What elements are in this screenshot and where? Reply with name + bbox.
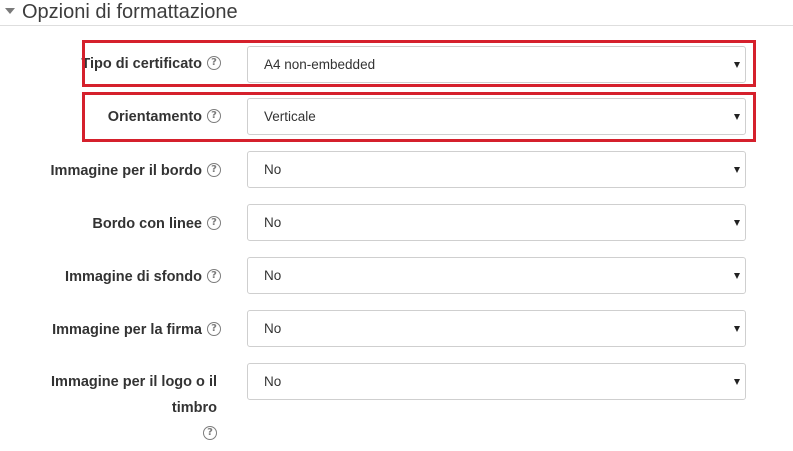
- help-icon[interactable]: ?: [207, 322, 221, 337]
- signature-image-label: Immagine per la firma: [52, 322, 202, 338]
- certificate-type-value: A4 non-embedded: [264, 57, 376, 72]
- signature-image-value: No: [264, 321, 282, 336]
- help-icon[interactable]: ?: [207, 56, 221, 71]
- field-label-logo-stamp-image: Immagine per il logo o il timbro ?: [27, 369, 217, 447]
- border-image-label: Immagine per il bordo: [50, 163, 202, 179]
- field-label-signature-image: Immagine per la firma?: [52, 317, 221, 343]
- dropdown-arrow-icon: [734, 114, 740, 120]
- border-image-value: No: [264, 162, 282, 177]
- logo-stamp-label-line2: timbro: [171, 400, 217, 416]
- background-image-value: No: [264, 268, 282, 283]
- help-icon[interactable]: ?: [203, 426, 217, 441]
- section-header[interactable]: Opzioni di formattazione: [0, 0, 793, 26]
- border-lines-select[interactable]: No: [247, 204, 746, 241]
- background-image-label: Immagine di sfondo: [65, 269, 202, 285]
- dropdown-arrow-icon: [734, 62, 740, 68]
- field-label-background-image: Immagine di sfondo?: [65, 264, 221, 290]
- border-image-select[interactable]: No: [247, 151, 746, 188]
- formatting-options-page: Opzioni di formattazione Tipo di certifi…: [0, 0, 793, 451]
- border-lines-label: Bordo con linee: [92, 216, 202, 232]
- field-label-certificate-type: Tipo di certificato?: [81, 51, 221, 77]
- dropdown-arrow-icon: [734, 167, 740, 173]
- help-line: ?: [27, 421, 217, 447]
- dropdown-arrow-icon: [734, 379, 740, 385]
- orientation-label: Orientamento: [107, 109, 202, 125]
- help-icon[interactable]: ?: [207, 216, 221, 231]
- field-label-orientation: Orientamento?: [108, 104, 221, 130]
- dropdown-arrow-icon: [734, 273, 740, 279]
- help-icon[interactable]: ?: [207, 163, 221, 178]
- orientation-select[interactable]: Verticale: [247, 98, 746, 135]
- section-title[interactable]: Opzioni di formattazione: [22, 1, 238, 23]
- background-image-select[interactable]: No: [247, 257, 746, 294]
- signature-image-select[interactable]: No: [247, 310, 746, 347]
- orientation-value: Verticale: [264, 109, 316, 124]
- dropdown-arrow-icon: [734, 220, 740, 226]
- logo-stamp-label-line1: Immagine per il logo o il: [51, 374, 217, 390]
- logo-stamp-image-value: No: [264, 374, 282, 389]
- field-label-border-image: Immagine per il bordo?: [51, 158, 221, 184]
- border-lines-value: No: [264, 215, 282, 230]
- certificate-type-select[interactable]: A4 non-embedded: [247, 46, 746, 83]
- help-icon[interactable]: ?: [207, 109, 221, 124]
- dropdown-arrow-icon: [734, 326, 740, 332]
- logo-stamp-image-select[interactable]: No: [247, 363, 746, 400]
- certificate-type-label: Tipo di certificato: [81, 56, 202, 72]
- field-label-border-lines: Bordo con linee?: [92, 211, 221, 237]
- help-icon[interactable]: ?: [207, 269, 221, 284]
- collapse-triangle-icon[interactable]: [5, 8, 15, 14]
